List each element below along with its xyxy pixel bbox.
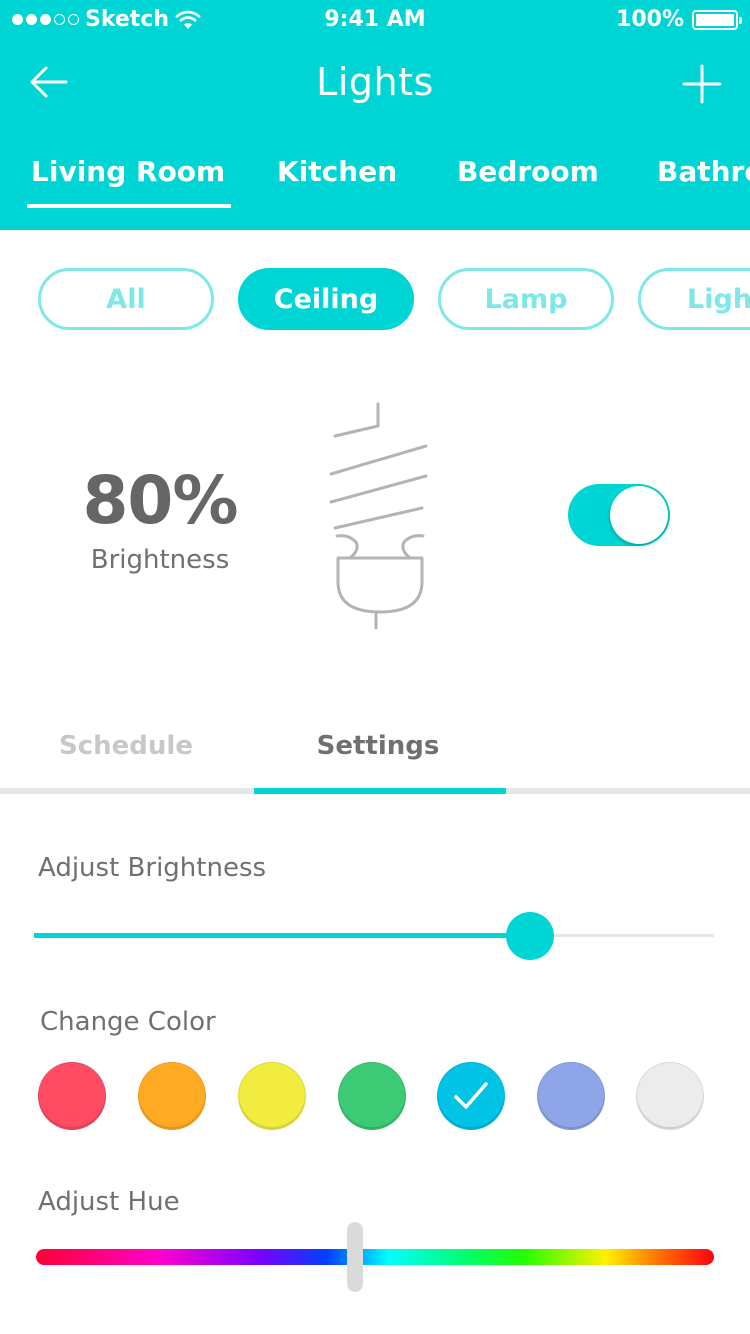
color-swatch-yellow[interactable] bbox=[238, 1062, 306, 1130]
adjust-brightness-label: Adjust Brightness bbox=[38, 853, 267, 883]
color-swatch-white[interactable] bbox=[636, 1062, 704, 1130]
add-button[interactable] bbox=[682, 64, 722, 104]
checkmark-icon bbox=[454, 1082, 488, 1109]
color-swatch-orange[interactable] bbox=[138, 1062, 206, 1130]
filter-ceiling[interactable]: Ceiling bbox=[238, 268, 414, 330]
plus-icon bbox=[682, 64, 722, 104]
color-swatch-cyan[interactable] bbox=[437, 1062, 505, 1130]
battery-percent: 100% bbox=[616, 7, 684, 32]
color-swatch-green[interactable] bbox=[338, 1062, 406, 1130]
tab-settings[interactable]: Settings bbox=[252, 731, 504, 761]
filter-lamp[interactable]: Lamp bbox=[438, 268, 614, 330]
room-tab-bathroom[interactable]: Bathroom bbox=[657, 155, 750, 188]
light-type-filters: All Ceiling Lamp Light bbox=[0, 268, 750, 332]
brightness-value: 80% bbox=[82, 462, 239, 539]
change-color-label: Change Color bbox=[40, 1007, 216, 1037]
hue-slider-thumb[interactable] bbox=[346, 1222, 363, 1292]
adjust-hue-label: Adjust Hue bbox=[38, 1187, 180, 1217]
color-swatch-lavender[interactable] bbox=[537, 1062, 605, 1130]
room-tab-living-room[interactable]: Living Room bbox=[26, 155, 232, 208]
light-bulb-icon bbox=[329, 402, 428, 630]
page-title: Lights bbox=[316, 60, 434, 104]
color-swatches bbox=[38, 1062, 718, 1132]
brightness-slider-fill bbox=[34, 933, 531, 938]
room-tabs: Living Room Kitchen Bedroom Bathroom bbox=[0, 155, 750, 215]
section-tab-indicator-track bbox=[0, 788, 750, 794]
battery-icon bbox=[692, 9, 742, 30]
power-toggle[interactable] bbox=[568, 484, 670, 546]
tab-schedule[interactable]: Schedule bbox=[0, 731, 252, 761]
section-tab-indicator bbox=[254, 788, 506, 794]
toggle-knob bbox=[610, 486, 668, 544]
filter-all[interactable]: All bbox=[38, 268, 214, 330]
brightness-label: Brightness bbox=[90, 545, 230, 575]
status-bar: Sketch 9:41 AM 100% bbox=[0, 0, 750, 40]
room-tab-bedroom[interactable]: Bedroom bbox=[457, 155, 599, 188]
filter-light[interactable]: Light bbox=[638, 268, 750, 330]
room-tab-kitchen[interactable]: Kitchen bbox=[277, 155, 397, 188]
section-tabs: Schedule Settings bbox=[0, 725, 750, 797]
battery-group: 100% bbox=[616, 7, 742, 32]
color-swatch-red[interactable] bbox=[38, 1062, 106, 1130]
app-header: Sketch 9:41 AM 100% Lights Living Room K… bbox=[0, 0, 750, 230]
hue-slider-track[interactable] bbox=[36, 1249, 714, 1265]
brightness-slider-thumb[interactable] bbox=[506, 912, 555, 960]
brightness-slider[interactable] bbox=[34, 912, 714, 960]
